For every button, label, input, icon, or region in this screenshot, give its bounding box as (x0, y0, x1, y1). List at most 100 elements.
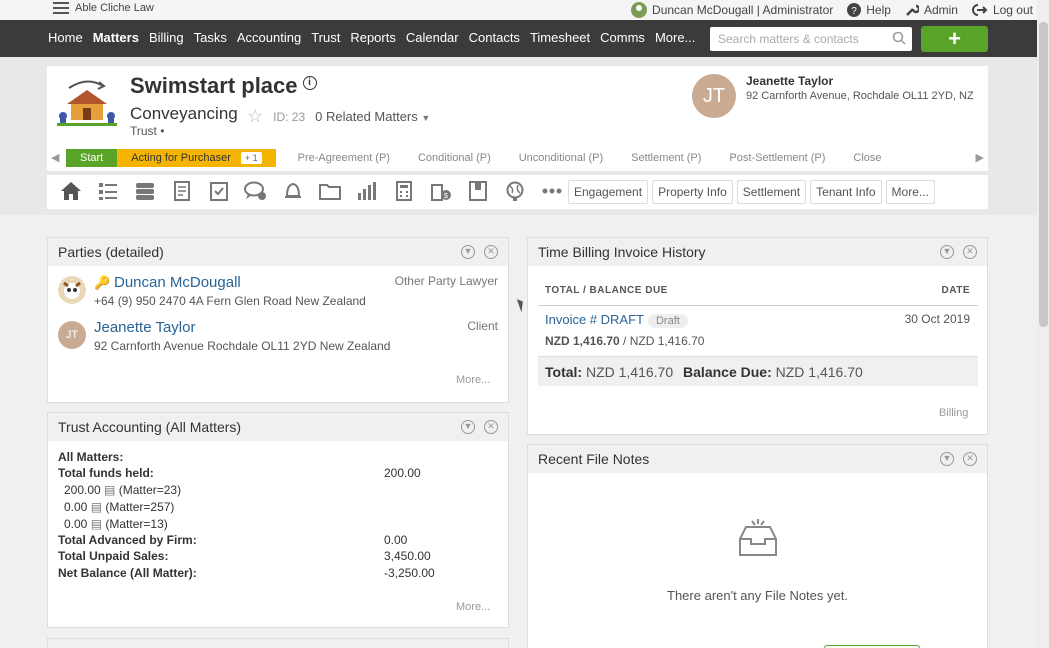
money-icon[interactable]: $ (429, 181, 453, 203)
ledger-icon[interactable]: ▤ (91, 517, 102, 531)
nav-billing[interactable]: Billing (149, 30, 184, 45)
party-row: JT Jeanette Taylor 92 Carnforth Avenue R… (58, 319, 498, 355)
stage-prev-arrow-icon[interactable]: ◀ (51, 151, 59, 164)
user-menu[interactable]: Duncan McDougall | Administrator (631, 2, 833, 18)
nav-home[interactable]: Home (48, 30, 83, 45)
admin-link[interactable]: Admin (905, 3, 958, 17)
search-input[interactable]: Search matters & contacts (710, 27, 912, 51)
folder-icon[interactable] (318, 181, 342, 203)
chat-icon[interactable] (244, 181, 268, 203)
nav-reports[interactable]: Reports (350, 30, 396, 45)
parties-more-link[interactable]: More... (456, 374, 490, 386)
tab-engagement[interactable]: Engagement (568, 180, 649, 204)
document-icon[interactable] (170, 181, 194, 203)
stage-settlement[interactable]: Settlement (P) (617, 149, 715, 167)
stage-current[interactable]: Acting for Purchaser + 1 (117, 149, 276, 167)
add-button[interactable]: + (921, 26, 988, 52)
stage-post-settlement[interactable]: Post-Settlement (P) (715, 149, 839, 167)
logout-link[interactable]: Log out (972, 3, 1033, 17)
scrollbar-thumb[interactable] (1039, 22, 1048, 327)
matter-type: Conveyancing (130, 104, 238, 123)
billing-link[interactable]: Billing (939, 407, 968, 419)
house-logo-icon (57, 80, 117, 126)
stage-close[interactable]: Close (839, 149, 895, 167)
balance-due-label: Balance Due: (683, 364, 772, 380)
party-name[interactable]: Duncan McDougall (114, 274, 241, 291)
collapse-icon[interactable]: ▼ (940, 245, 954, 259)
tab-more[interactable]: More... (885, 180, 935, 204)
stage-conditional[interactable]: Conditional (P) (404, 149, 505, 167)
chart-icon[interactable] (355, 181, 379, 203)
logout-label: Log out (992, 3, 1033, 17)
close-icon[interactable]: ✕ (963, 245, 977, 259)
invoice-label: Invoice # DRAFT (545, 312, 644, 327)
nav-timesheet[interactable]: Timesheet (530, 30, 590, 45)
nav-contacts[interactable]: Contacts (469, 30, 520, 45)
close-icon[interactable]: ✕ (484, 245, 498, 259)
net-balance-value: -3,250.00 (384, 566, 435, 580)
tab-tenant-info[interactable]: Tenant Info (810, 180, 882, 204)
key-icon: 🔑 (94, 275, 111, 290)
close-icon[interactable]: ✕ (484, 420, 498, 434)
nav-tasks[interactable]: Tasks (194, 30, 227, 45)
firm-brand[interactable]: Able Cliche Law (53, 2, 154, 14)
home-icon[interactable] (59, 181, 83, 203)
client-avatar[interactable]: JT (692, 74, 736, 118)
billing-title: Time Billing Invoice History (538, 244, 706, 260)
calculator-icon[interactable] (392, 181, 416, 203)
next-panel (47, 638, 509, 648)
trust-more-link[interactable]: More... (456, 601, 490, 613)
trust-line: 0.00 ▤ (Matter=257) (64, 500, 174, 514)
admin-label: Admin (923, 3, 958, 17)
nav-trust[interactable]: Trust (311, 30, 340, 45)
trust-line-ref: (Matter=13) (105, 517, 168, 531)
net-balance-label: Net Balance (All Matter): (58, 566, 197, 580)
bell-icon[interactable] (281, 181, 305, 203)
trust-title: Trust Accounting (All Matters) (58, 419, 242, 435)
parties-title: Parties (detailed) (58, 244, 164, 260)
list-icon[interactable] (96, 181, 120, 203)
trust-line-ref: (Matter=23) (118, 483, 182, 497)
col-total-header: TOTAL / BALANCE DUE (545, 285, 668, 296)
book-icon[interactable] (466, 181, 490, 203)
nav-matters[interactable]: Matters (93, 30, 139, 45)
party-avatar: JT (58, 321, 86, 349)
invoice-link[interactable]: Invoice # DRAFT Draft (545, 312, 688, 328)
chevron-down-icon: ▼ (421, 113, 431, 123)
nav-more[interactable]: More... (655, 30, 695, 45)
close-icon[interactable]: ✕ (963, 452, 977, 466)
nav-calendar[interactable]: Calendar (406, 30, 459, 45)
tab-settlement[interactable]: Settlement (736, 180, 807, 204)
stage-count-badge: + 1 (240, 152, 262, 164)
search-icon[interactable] (892, 31, 906, 45)
checklist-icon[interactable] (207, 181, 231, 203)
nav-accounting[interactable]: Accounting (237, 30, 301, 45)
nav-comms[interactable]: Comms (600, 30, 645, 45)
related-matters-dropdown[interactable]: 0 Related Matters ▼ (315, 109, 430, 124)
collapse-icon[interactable]: ▼ (940, 452, 954, 466)
favorite-star-icon[interactable]: ☆ (247, 106, 263, 127)
page-scrollbar[interactable] (1037, 0, 1049, 648)
ellipsis-icon[interactable] (540, 181, 564, 203)
stage-start[interactable]: Start (66, 149, 118, 167)
stage-progress-bar: ◀ Start Acting for Purchaser + 1 Pre-Agre… (47, 148, 988, 168)
help-link[interactable]: ? Help (847, 3, 891, 17)
matter-id: ID: 23 (273, 109, 306, 124)
trust-line: 0.00 ▤ (Matter=13) (64, 517, 168, 531)
stack-icon[interactable] (133, 181, 157, 203)
stage-next-arrow-icon[interactable]: ▶ (976, 151, 984, 164)
collapse-icon[interactable]: ▼ (461, 245, 475, 259)
ledger-icon[interactable]: ▤ (104, 483, 115, 497)
globe-icon[interactable] (503, 181, 527, 203)
ledger-icon[interactable]: ▤ (91, 500, 102, 514)
client-name[interactable]: Jeanette Taylor (746, 74, 974, 88)
info-icon[interactable]: i (302, 76, 317, 90)
svg-text:?: ? (851, 6, 857, 17)
matter-title-text: Swimstart place (130, 73, 298, 98)
collapse-icon[interactable]: ▼ (461, 420, 475, 434)
stage-pre-agreement[interactable]: Pre-Agreement (P) (284, 149, 404, 167)
party-name[interactable]: Jeanette Taylor (94, 319, 195, 336)
stage-unconditional[interactable]: Unconditional (P) (505, 149, 617, 167)
tab-property-info[interactable]: Property Info (652, 180, 733, 204)
empty-file-notes-message: There aren't any File Notes yet. (667, 588, 848, 603)
